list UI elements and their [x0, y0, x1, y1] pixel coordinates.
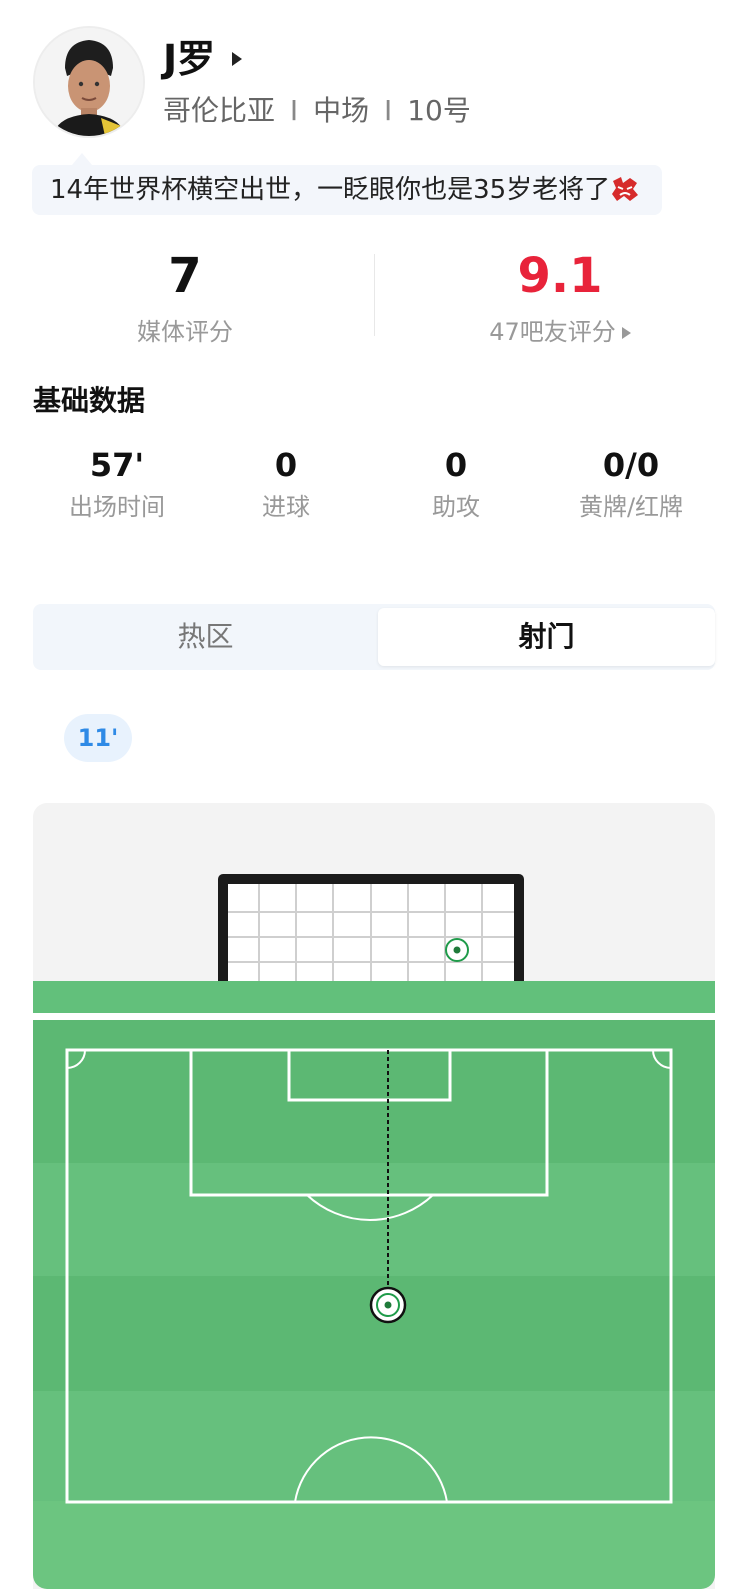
stat-label: 进球 — [262, 493, 310, 521]
tab-bar: 热区 射门 — [33, 604, 715, 670]
sad-face-icon — [610, 172, 640, 208]
shot-target-marker — [445, 938, 469, 962]
meta-separator: I — [384, 94, 393, 127]
meta-separator: I — [289, 94, 299, 127]
fan-rating-value: 9.1 — [517, 248, 603, 304]
stat-cards: 0/0 黄牌/红牌 — [551, 445, 711, 523]
stat-value: 0 — [444, 446, 468, 484]
stat-minutes: 57' 出场时间 — [37, 445, 197, 523]
section-title: 基础数据 — [33, 384, 146, 417]
media-rating-value: 7 — [168, 248, 202, 304]
fan-rating-label: 47吧友评分 — [489, 318, 616, 346]
stat-goals: 0 进球 — [206, 445, 366, 523]
stat-value: 0 — [274, 446, 298, 484]
player-meta: 哥伦比亚 I 中场 I 10号 — [163, 94, 471, 128]
player-country: 哥伦比亚 — [163, 94, 276, 127]
shot-minute-chip[interactable]: 11' — [64, 714, 132, 762]
comment-text-row: 14年世界杯横空出世，一眨眼你也是35岁老将了 — [50, 172, 640, 208]
chevron-right-icon — [621, 327, 631, 339]
stat-value: 57' — [89, 446, 145, 484]
shot-origin-marker — [369, 1286, 407, 1324]
stat-assists: 0 助攻 — [376, 445, 536, 523]
player-avatar — [33, 26, 145, 138]
player-name[interactable]: J罗 — [163, 36, 215, 82]
fan-rating-label-row[interactable]: 47吧友评分 — [375, 316, 745, 348]
stat-label: 出场时间 — [69, 493, 165, 521]
tab-shots[interactable]: 射门 — [378, 608, 715, 666]
player-number: 10号 — [407, 94, 471, 127]
shot-map — [33, 874, 715, 1589]
bubble-tail — [72, 153, 92, 165]
comment-text: 14年世界杯横空出世，一眨眼你也是35岁老将了 — [50, 175, 611, 205]
media-rating-label: 媒体评分 — [137, 318, 233, 346]
fan-rating[interactable]: 9.1 47吧友评分 — [375, 246, 745, 348]
stat-label: 黄牌/红牌 — [578, 493, 684, 521]
chevron-right-icon[interactable] — [232, 52, 242, 66]
goal-net — [218, 874, 524, 985]
tab-heatmap[interactable]: 热区 — [37, 608, 374, 666]
player-position: 中场 — [313, 94, 370, 127]
stat-value: 0/0 — [602, 446, 660, 484]
media-rating: 7 媒体评分 — [0, 246, 370, 348]
stat-label: 助攻 — [432, 493, 480, 521]
